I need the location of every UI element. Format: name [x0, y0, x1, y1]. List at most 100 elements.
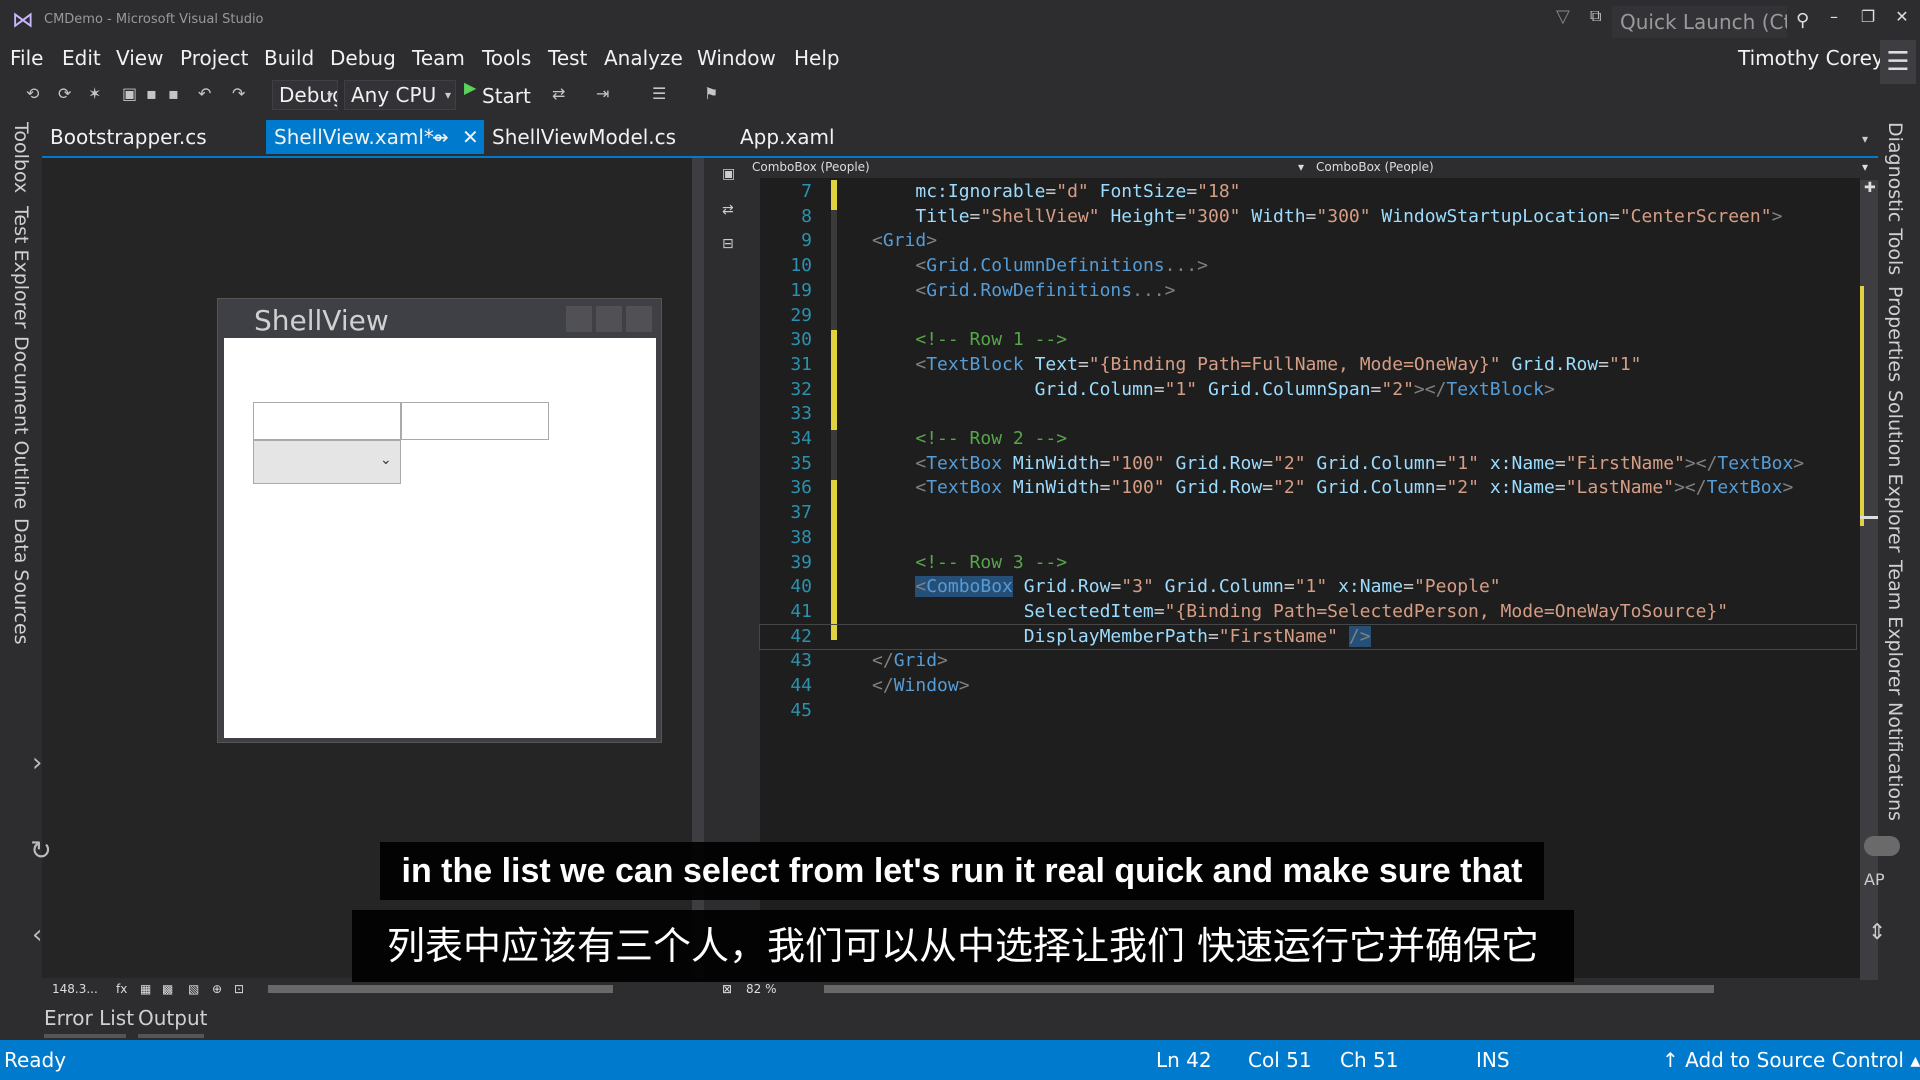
restore-button[interactable]: ❐ — [1852, 4, 1884, 30]
chevron-down-icon[interactable]: ▾ — [1298, 160, 1304, 174]
new-project-icon[interactable]: ✶ — [88, 84, 101, 103]
people-combobox-preview[interactable] — [253, 440, 401, 484]
search-icon[interactable]: ⚲ — [1796, 10, 1809, 31]
code-line[interactable]: 38 — [760, 526, 872, 551]
code-line[interactable]: 37 — [760, 501, 872, 526]
menu-build[interactable]: Build — [264, 46, 314, 70]
code-line[interactable]: 9 <Grid> — [760, 229, 937, 254]
designer-zoom-dropdown[interactable]: 148.3... — [52, 982, 98, 996]
code-line[interactable]: 10 <Grid.ColumnDefinitions...> — [760, 254, 1208, 279]
feedback-icon[interactable]: ⧉ — [1590, 6, 1601, 26]
code-line[interactable]: 40 <ComboBox Grid.Row="3" Grid.Column="1… — [760, 575, 1501, 600]
designer-h-scroll-thumb[interactable] — [268, 985, 613, 993]
properties-tab[interactable]: Properties — [1884, 286, 1906, 382]
chevron-down-icon[interactable]: ▾ — [1862, 160, 1868, 174]
device-icon[interactable]: ⊡ — [234, 982, 244, 996]
chevron-left-icon[interactable]: ‹ — [32, 920, 42, 950]
code-line[interactable]: 43 </Grid> — [760, 649, 948, 674]
tab-error-list[interactable]: Error List — [44, 1006, 134, 1030]
menu-edit[interactable]: Edit — [62, 46, 101, 70]
menu-window[interactable]: Window — [697, 46, 776, 70]
code-line[interactable]: 44 </Window> — [760, 674, 969, 699]
bookmark-icon[interactable]: ⚑ — [704, 84, 718, 103]
toggle-switch[interactable] — [1864, 836, 1900, 856]
code-line[interactable]: 35 <TextBox MinWidth="100" Grid.Row="2" … — [760, 452, 1804, 477]
refresh-icon[interactable]: ↻ — [30, 836, 52, 866]
editor-zoom-dropdown[interactable]: 82 % — [746, 982, 777, 996]
browser-link-icon[interactable]: ⇄ — [552, 84, 565, 103]
menu-analyze[interactable]: Analyze — [604, 46, 683, 70]
open-file-icon[interactable]: ▣ — [122, 84, 137, 103]
nav-dropdown-left[interactable]: ComboBox (People) — [752, 160, 870, 174]
toolbox-tab[interactable]: Toolbox — [10, 122, 32, 193]
diagnostic-tools-tab[interactable]: Diagnostic Tools — [1884, 122, 1906, 275]
code-line[interactable]: 30 <!-- Row 1 --> — [760, 328, 1067, 353]
menu-team[interactable]: Team — [412, 46, 465, 70]
tab-shellview-xaml[interactable]: ShellView.xaml* ⇴ ✕ — [266, 120, 484, 154]
back-icon[interactable]: ⟲ — [26, 84, 39, 103]
close-button[interactable]: ✕ — [1886, 4, 1918, 30]
pin-icon[interactable]: ⇴ — [432, 120, 449, 154]
menu-tools[interactable]: Tools — [482, 46, 531, 70]
platform-dropdown[interactable]: Any CPU ▾ — [344, 80, 456, 110]
menu-debug[interactable]: Debug — [330, 46, 396, 70]
design-window-client[interactable] — [224, 338, 656, 738]
code-line[interactable]: 39 <!-- Row 3 --> — [760, 551, 1067, 576]
menu-test[interactable]: Test — [548, 46, 587, 70]
menu-help[interactable]: Help — [794, 46, 840, 70]
code-line[interactable]: 8 Title="ShellView" Height="300" Width="… — [760, 205, 1782, 230]
menu-file[interactable]: File — [10, 46, 43, 70]
filter-icon[interactable]: ▽ — [1556, 6, 1570, 27]
collapse-pane-icon[interactable]: ⊟ — [722, 236, 734, 252]
expand-collapse-icon[interactable]: ⇕ — [1868, 920, 1886, 945]
tab-shellviewmodel[interactable]: ShellViewModel.cs — [484, 120, 704, 154]
redo-icon[interactable]: ↷ — [232, 84, 245, 103]
tab-output[interactable]: Output — [138, 1006, 207, 1030]
artboard-icon[interactable]: ▧ — [188, 982, 199, 996]
tab-app-xaml[interactable]: App.xaml — [732, 120, 892, 154]
menu-view[interactable]: View — [116, 46, 163, 70]
nav-dropdown-right[interactable]: ComboBox (People) — [1316, 160, 1434, 174]
step-icon[interactable]: ⇥ — [596, 84, 609, 103]
split-vertical-icon[interactable]: ⇄ — [722, 202, 734, 218]
chevron-right-icon[interactable]: › — [32, 748, 42, 778]
code-line[interactable]: 31 <TextBlock Text="{Binding Path=FullNa… — [760, 353, 1641, 378]
code-line[interactable]: 34 <!-- Row 2 --> — [760, 427, 1067, 452]
notifications-tab[interactable]: Notifications — [1884, 702, 1906, 821]
add-to-source-control-button[interactable]: ↑ Add to Source Control ▴ — [1662, 1048, 1920, 1072]
code-line[interactable]: 29 — [760, 304, 872, 329]
test-explorer-tab[interactable]: Test Explorer — [10, 206, 32, 329]
swap-panes-icon[interactable]: ▣ — [722, 166, 735, 182]
forward-icon[interactable]: ⟳ — [58, 84, 71, 103]
firstname-textbox-preview[interactable] — [253, 402, 401, 440]
code-line[interactable]: 45 — [760, 699, 872, 724]
document-outline-tab[interactable]: Document Outline — [10, 336, 32, 509]
code-line[interactable]: 33 — [760, 402, 872, 427]
formula-icon[interactable]: fx — [116, 982, 127, 996]
grid-icon[interactable]: ▦ — [140, 982, 151, 996]
configuration-dropdown[interactable]: Debug▾ — [272, 80, 338, 110]
close-icon[interactable]: ✕ — [462, 120, 479, 154]
split-pane-icon[interactable]: ⊠ — [722, 982, 732, 996]
save-all-icon[interactable]: ▪ — [168, 84, 179, 103]
undo-icon[interactable]: ↶ — [198, 84, 211, 103]
code-line[interactable]: 36 <TextBox MinWidth="100" Grid.Row="2" … — [760, 476, 1793, 501]
snap-lines-icon[interactable]: ⊕ — [212, 982, 222, 996]
editor-h-scroll-thumb[interactable] — [824, 985, 1714, 993]
save-icon[interactable]: ▪ — [146, 84, 157, 103]
quick-launch-input[interactable]: Quick Launch (Ctrl+Q) — [1612, 6, 1787, 38]
code-line[interactable]: 41 SelectedItem="{Binding Path=SelectedP… — [760, 600, 1728, 625]
solution-explorer-tab[interactable]: Solution Explorer — [1884, 390, 1906, 553]
data-sources-tab[interactable]: Data Sources — [10, 518, 32, 645]
code-line[interactable]: 7 mc:Ignorable="d" FontSize="18" — [760, 180, 1240, 205]
lastname-textbox-preview[interactable] — [401, 402, 549, 440]
team-explorer-tab[interactable]: Team Explorer — [1884, 560, 1906, 695]
snap-grid-icon[interactable]: ▩ — [162, 982, 173, 996]
code-line[interactable]: 32 Grid.Column="1" Grid.ColumnSpan="2"><… — [760, 378, 1555, 403]
minimize-button[interactable]: – — [1818, 4, 1850, 30]
code-line[interactable]: 19 <Grid.RowDefinitions...> — [760, 279, 1175, 304]
menu-project[interactable]: Project — [180, 46, 248, 70]
split-editor-icon[interactable]: ✚ — [1864, 180, 1876, 196]
comment-icon[interactable]: ☰ — [652, 84, 666, 103]
user-name[interactable]: Timothy Corey — [1738, 46, 1884, 70]
